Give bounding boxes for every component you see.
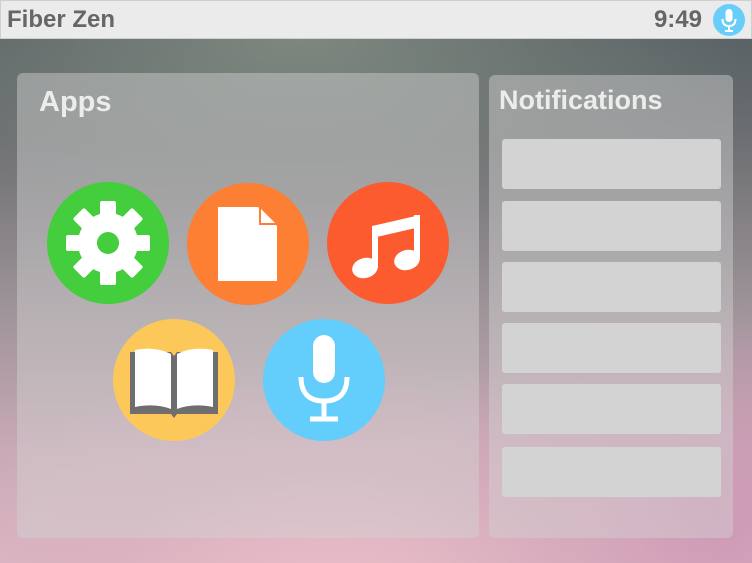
apps-title: Apps — [39, 86, 112, 118]
microphone-icon — [721, 9, 737, 32]
notifications-title: Notifications — [499, 85, 663, 115]
apps-panel: Apps — [17, 73, 479, 538]
app-title: Fiber Zen — [7, 6, 116, 33]
status-bar: Fiber Zen 9:49 — [0, 0, 752, 39]
notifications-panel: Notifications — [489, 75, 733, 538]
notification-slot[interactable] — [502, 447, 721, 497]
microphone-status-icon[interactable] — [713, 4, 745, 36]
notification-slot[interactable] — [502, 139, 721, 189]
music-note-icon — [352, 215, 420, 279]
microphone-icon — [298, 335, 350, 422]
book-icon — [130, 348, 218, 418]
documents-app-button[interactable] — [187, 183, 309, 305]
books-app-button[interactable] — [113, 319, 235, 441]
notification-slot[interactable] — [502, 201, 721, 251]
notification-slot[interactable] — [502, 384, 721, 434]
settings-app-button[interactable] — [47, 182, 169, 304]
document-icon — [218, 207, 277, 281]
gear-icon — [66, 201, 150, 285]
clock: 9:49 — [653, 6, 702, 33]
notification-slot[interactable] — [502, 323, 721, 373]
notification-slot[interactable] — [502, 262, 721, 312]
voice-app-button[interactable] — [263, 319, 385, 441]
music-app-button[interactable] — [327, 182, 449, 304]
